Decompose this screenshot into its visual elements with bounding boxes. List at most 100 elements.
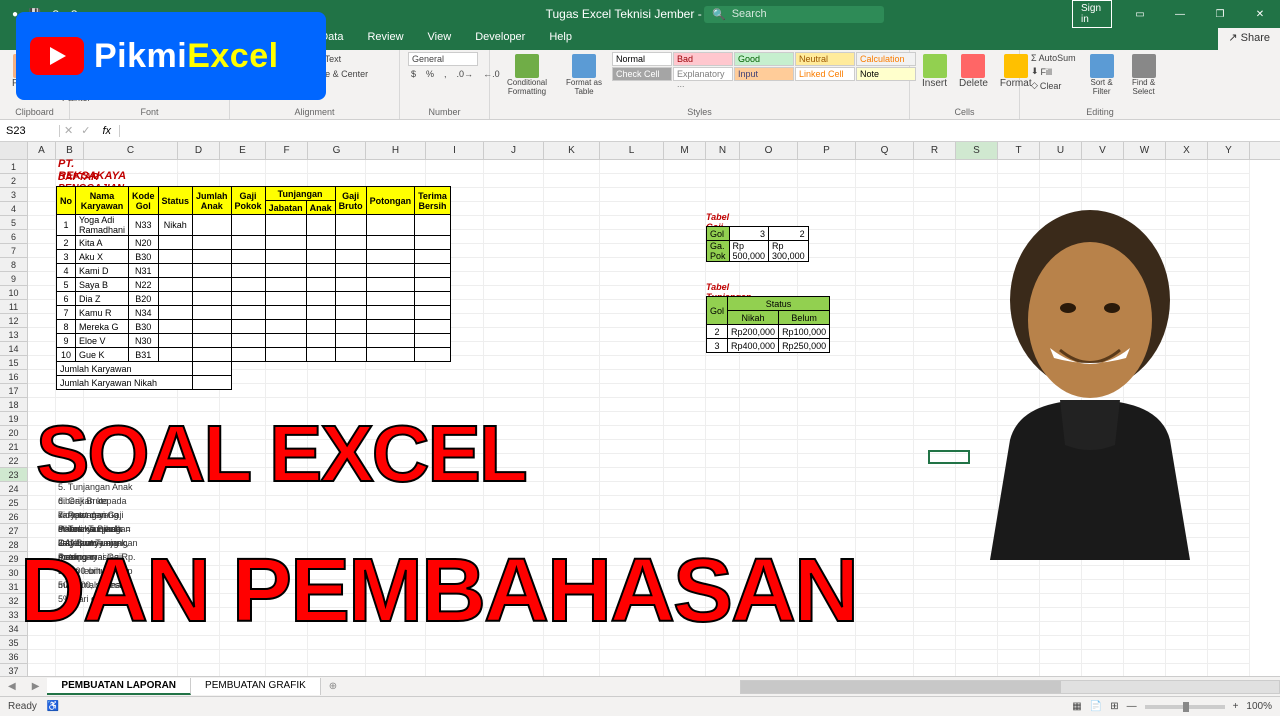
comma-button[interactable]: , <box>441 68 450 80</box>
style-explanatory[interactable]: Explanatory ... <box>673 67 733 81</box>
col-header-T[interactable]: T <box>998 142 1040 159</box>
close-icon[interactable]: ✕ <box>1240 0 1280 28</box>
new-sheet-button[interactable]: ⊕ <box>321 681 345 692</box>
col-header-R[interactable]: R <box>914 142 956 159</box>
col-header-B[interactable]: B <box>56 142 84 159</box>
col-header-I[interactable]: I <box>426 142 484 159</box>
row-header-23[interactable]: 23 <box>0 468 28 482</box>
col-header-V[interactable]: V <box>1082 142 1124 159</box>
style-bad[interactable]: Bad <box>673 52 733 66</box>
col-header-S[interactable]: S <box>956 142 998 159</box>
insert-cells-button[interactable]: Insert <box>918 52 951 91</box>
signin-button[interactable]: Sign in <box>1072 0 1112 28</box>
col-header-O[interactable]: O <box>740 142 798 159</box>
row-header-22[interactable]: 22 <box>0 454 28 468</box>
style-neutral[interactable]: Neutral <box>795 52 855 66</box>
col-header-Y[interactable]: Y <box>1208 142 1250 159</box>
row-header-5[interactable]: 5 <box>0 216 28 230</box>
tab-view[interactable]: View <box>416 28 464 50</box>
sheet-tab-pembuatan-laporan[interactable]: PEMBUATAN LAPORAN <box>47 678 191 695</box>
col-header-D[interactable]: D <box>178 142 220 159</box>
row-header-6[interactable]: 6 <box>0 230 28 244</box>
sheet-tab-pembuatan-grafik[interactable]: PEMBUATAN GRAFIK <box>191 678 321 695</box>
style-calculation[interactable]: Calculation <box>856 52 916 66</box>
tab-help[interactable]: Help <box>537 28 584 50</box>
cancel-fx-icon[interactable]: ✕ <box>60 124 77 137</box>
col-header-U[interactable]: U <box>1040 142 1082 159</box>
row-header-25[interactable]: 25 <box>0 496 28 510</box>
col-header-W[interactable]: W <box>1124 142 1166 159</box>
row-header-16[interactable]: 16 <box>0 370 28 384</box>
row-header-13[interactable]: 13 <box>0 328 28 342</box>
row-header-21[interactable]: 21 <box>0 440 28 454</box>
currency-button[interactable]: $ <box>408 68 419 80</box>
row-header-1[interactable]: 1 <box>0 160 28 174</box>
col-header-M[interactable]: M <box>664 142 706 159</box>
style-note[interactable]: Note <box>856 67 916 81</box>
row-header-26[interactable]: 26 <box>0 510 28 524</box>
format-table-button[interactable]: Format as Table <box>560 52 608 98</box>
style-normal[interactable]: Normal <box>612 52 672 66</box>
row-header-15[interactable]: 15 <box>0 356 28 370</box>
enter-fx-icon[interactable]: ✓ <box>77 124 94 137</box>
sheet-nav-prev[interactable]: ◀ <box>0 681 24 692</box>
view-break-icon[interactable]: ⊞ <box>1110 701 1118 712</box>
col-header-L[interactable]: L <box>600 142 664 159</box>
col-header-Q[interactable]: Q <box>856 142 914 159</box>
percent-button[interactable]: % <box>423 68 437 80</box>
style-input[interactable]: Input <box>734 67 794 81</box>
row-header-2[interactable]: 2 <box>0 174 28 188</box>
row-header-37[interactable]: 37 <box>0 664 28 676</box>
col-header-N[interactable]: N <box>706 142 740 159</box>
row-header-36[interactable]: 36 <box>0 650 28 664</box>
inc-decimal[interactable]: .0→ <box>454 68 477 80</box>
col-header-J[interactable]: J <box>484 142 544 159</box>
payroll-table[interactable]: NoNama KaryawanKode GolStatusJumlah Anak… <box>56 186 451 390</box>
row-header-8[interactable]: 8 <box>0 258 28 272</box>
zoom-in-button[interactable]: + <box>1233 701 1239 712</box>
name-box[interactable]: S23 <box>0 125 60 137</box>
tab-review[interactable]: Review <box>355 28 415 50</box>
row-header-7[interactable]: 7 <box>0 244 28 258</box>
find-select-button[interactable]: Find & Select <box>1125 52 1163 98</box>
number-format-select[interactable]: General <box>408 52 478 66</box>
style-linkedcell[interactable]: Linked Cell <box>795 67 855 81</box>
col-header-E[interactable]: E <box>220 142 266 159</box>
minimize-icon[interactable]: — <box>1160 0 1200 28</box>
col-header-A[interactable]: A <box>28 142 56 159</box>
zoom-level[interactable]: 100% <box>1246 701 1272 712</box>
zoom-slider[interactable] <box>1145 705 1225 709</box>
delete-cells-button[interactable]: Delete <box>955 52 992 91</box>
select-all-corner[interactable] <box>0 142 28 159</box>
col-header-K[interactable]: K <box>544 142 600 159</box>
clear-button[interactable]: ◇ Clear <box>1028 79 1079 92</box>
row-header-18[interactable]: 18 <box>0 398 28 412</box>
ribbon-display-icon[interactable]: ▭ <box>1120 0 1160 28</box>
row-header-12[interactable]: 12 <box>0 314 28 328</box>
horizontal-scrollbar[interactable] <box>740 680 1280 694</box>
conditional-format-button[interactable]: Conditional Formatting <box>498 52 556 98</box>
fill-button[interactable]: ⬇ Fill <box>1028 65 1079 78</box>
row-header-10[interactable]: 10 <box>0 286 28 300</box>
row-header-11[interactable]: 11 <box>0 300 28 314</box>
row-header-3[interactable]: 3 <box>0 188 28 202</box>
col-header-F[interactable]: F <box>266 142 308 159</box>
zoom-out-button[interactable]: — <box>1127 701 1137 712</box>
sort-filter-button[interactable]: Sort & Filter <box>1083 52 1121 98</box>
col-header-G[interactable]: G <box>308 142 366 159</box>
fx-icon[interactable]: fx <box>94 125 120 137</box>
formula-input[interactable] <box>120 125 1280 137</box>
col-header-P[interactable]: P <box>798 142 856 159</box>
search-box[interactable]: 🔍 Search <box>704 6 884 23</box>
tab-developer[interactable]: Developer <box>463 28 537 50</box>
autosum-button[interactable]: Σ AutoSum <box>1028 52 1079 64</box>
col-header-X[interactable]: X <box>1166 142 1208 159</box>
maximize-icon[interactable]: ❐ <box>1200 0 1240 28</box>
row-header-24[interactable]: 24 <box>0 482 28 496</box>
row-header-27[interactable]: 27 <box>0 524 28 538</box>
view-layout-icon[interactable]: 📄 <box>1090 701 1102 712</box>
row-header-14[interactable]: 14 <box>0 342 28 356</box>
row-header-19[interactable]: 19 <box>0 412 28 426</box>
tabel-tunjangan[interactable]: GolStatusNikahBelum2Rp200,000Rp100,0003R… <box>706 296 830 353</box>
row-header-17[interactable]: 17 <box>0 384 28 398</box>
